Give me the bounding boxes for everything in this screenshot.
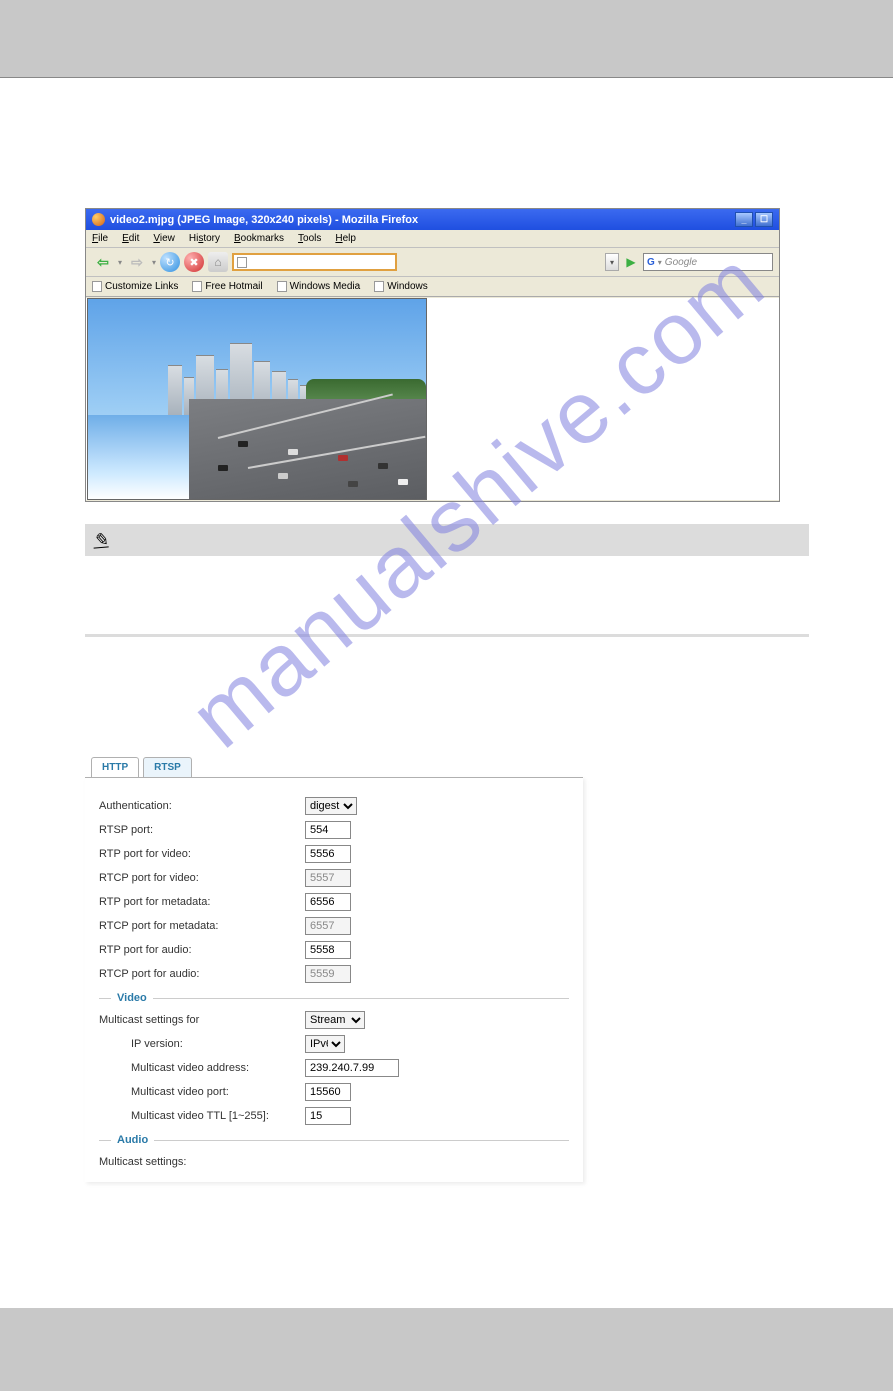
tab-rtsp[interactable]: RTSP: [143, 757, 192, 777]
stop-button[interactable]: ✖: [184, 252, 204, 272]
menu-bookmarks[interactable]: Bookmarks: [234, 233, 284, 244]
window-titlebar: video2.mjpg (JPEG Image, 320x240 pixels)…: [86, 209, 779, 230]
bookmark-windows-media[interactable]: Windows Media: [277, 281, 361, 292]
label-rtcp-port-audio: RTCP port for audio:: [99, 968, 305, 980]
page-margin-bottom: [0, 1308, 893, 1391]
ip-version-select[interactable]: IPv6: [305, 1035, 345, 1053]
menu-edit[interactable]: Edit: [122, 233, 139, 244]
browser-window: video2.mjpg (JPEG Image, 320x240 pixels)…: [85, 208, 780, 502]
menu-bar: File Edit View History Bookmarks Tools H…: [86, 230, 779, 248]
menu-history[interactable]: History: [189, 233, 220, 244]
home-button[interactable]: ⌂: [208, 252, 228, 272]
back-button[interactable]: ⇦: [92, 252, 114, 272]
multicast-stream-select[interactable]: Stream 1: [305, 1011, 365, 1029]
label-rtcp-port-video: RTCP port for video:: [99, 872, 305, 884]
search-placeholder: Google: [665, 257, 697, 268]
search-box[interactable]: G ▾ Google: [643, 253, 773, 271]
note-bar: ✎: [85, 524, 809, 556]
firefox-icon: [92, 213, 105, 226]
rtsp-settings-panel: Authentication: digest RTSP port: RTP po…: [85, 777, 583, 1182]
menu-view[interactable]: View: [153, 233, 175, 244]
bookmark-free-hotmail[interactable]: Free Hotmail: [192, 281, 262, 292]
page-icon: [237, 257, 247, 268]
reload-button[interactable]: ↻: [160, 252, 180, 272]
multicast-video-port-input[interactable]: [305, 1083, 351, 1101]
label-multicast-settings-for: Multicast settings for: [99, 1014, 305, 1026]
rtsp-port-input[interactable]: [305, 821, 351, 839]
bookmarks-toolbar: Customize Links Free Hotmail Windows Med…: [86, 277, 779, 297]
menu-tools[interactable]: Tools: [298, 233, 321, 244]
label-rtcp-port-metadata: RTCP port for metadata:: [99, 920, 305, 932]
navigation-toolbar: ⇦ ▾ ⇨ ▾ ↻ ✖ ⌂ ▾ ▶ G ▾ Google: [86, 248, 779, 277]
video-mjpg-image: [87, 298, 427, 500]
label-multicast-settings: Multicast settings:: [99, 1156, 305, 1168]
authentication-select[interactable]: digest: [305, 797, 357, 815]
label-rtp-port-audio: RTP port for audio:: [99, 944, 305, 956]
multicast-video-ttl-input[interactable]: [305, 1107, 351, 1125]
bookmark-customize-links[interactable]: Customize Links: [92, 281, 178, 292]
video-section-legend: Video: [99, 992, 569, 1004]
pencil-icon: ✎: [92, 529, 109, 551]
section-divider: [85, 634, 809, 637]
horizontal-rule: [0, 77, 893, 78]
label-multicast-video-port: Multicast video port:: [99, 1086, 305, 1098]
label-multicast-video-address: Multicast video address:: [99, 1062, 305, 1074]
menu-help[interactable]: Help: [335, 233, 356, 244]
minimize-button[interactable]: _: [735, 212, 753, 227]
label-multicast-video-ttl: Multicast video TTL [1~255]:: [99, 1110, 305, 1122]
label-rtsp-port: RTSP port:: [99, 824, 305, 836]
menu-file[interactable]: File: [92, 233, 108, 244]
label-authentication: Authentication:: [99, 800, 305, 812]
rtp-port-metadata-input[interactable]: [305, 893, 351, 911]
forward-button[interactable]: ⇨: [126, 252, 148, 272]
tab-http[interactable]: HTTP: [91, 757, 139, 777]
rtcp-port-audio-input: [305, 965, 351, 983]
window-title: video2.mjpg (JPEG Image, 320x240 pixels)…: [110, 214, 418, 226]
go-button[interactable]: ▶: [623, 254, 639, 270]
page-margin-top: [0, 0, 893, 77]
label-ip-version: IP version:: [99, 1038, 305, 1050]
rtcp-port-metadata-input: [305, 917, 351, 935]
bookmark-windows[interactable]: Windows: [374, 281, 428, 292]
rtcp-port-video-input: [305, 869, 351, 887]
address-bar[interactable]: [232, 253, 397, 271]
rtp-port-video-input[interactable]: [305, 845, 351, 863]
url-history-dropdown[interactable]: ▾: [605, 253, 619, 271]
label-rtp-port-metadata: RTP port for metadata:: [99, 896, 305, 908]
multicast-video-address-input[interactable]: [305, 1059, 399, 1077]
label-rtp-port-video: RTP port for video:: [99, 848, 305, 860]
rtp-port-audio-input[interactable]: [305, 941, 351, 959]
maximize-button[interactable]: ☐: [755, 212, 773, 227]
audio-section-legend: Audio: [99, 1134, 569, 1146]
